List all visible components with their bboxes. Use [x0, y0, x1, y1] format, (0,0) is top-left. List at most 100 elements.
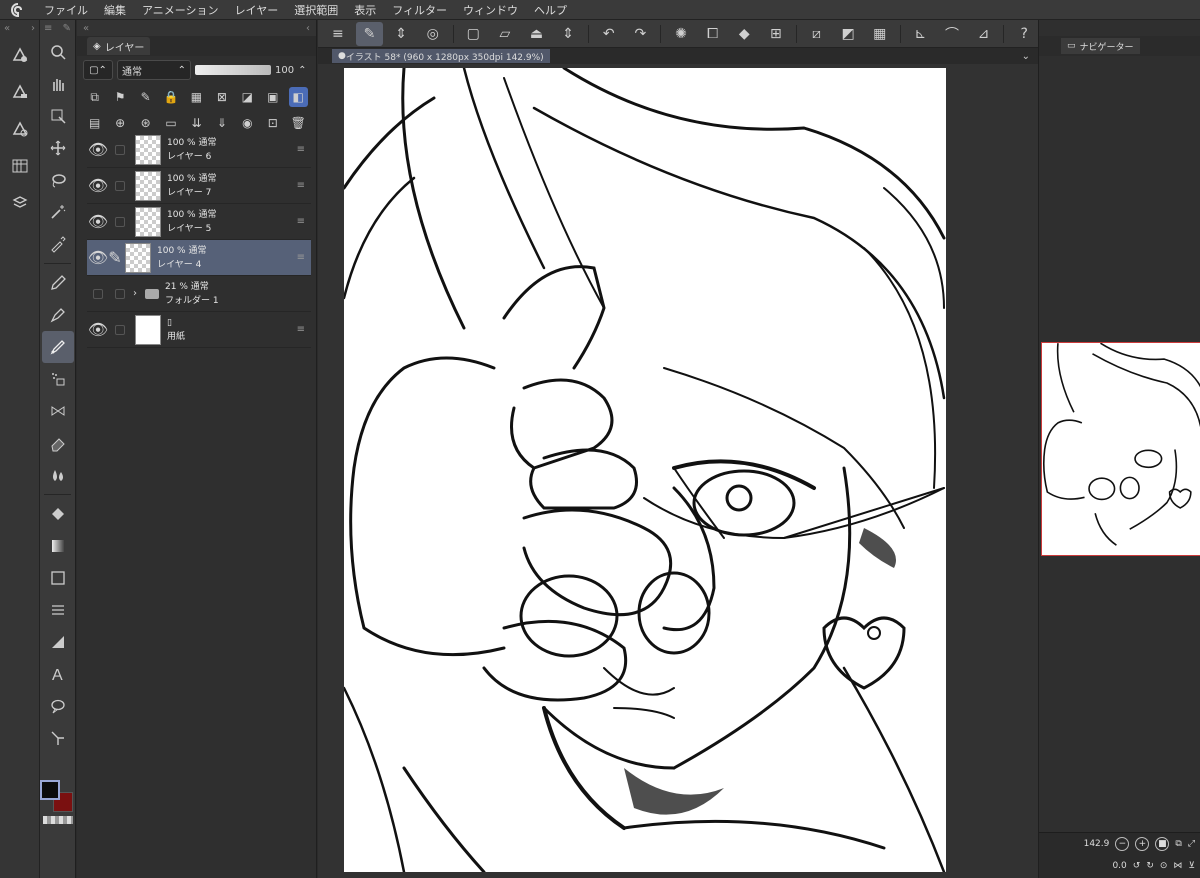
- tool-property-icon[interactable]: [0, 36, 40, 73]
- brush-size-icon[interactable]: [0, 110, 40, 147]
- lock-icon[interactable]: 🔒: [161, 87, 180, 107]
- menu-window[interactable]: ウィンドウ: [455, 2, 526, 18]
- eye-icon[interactable]: 👁: [87, 176, 109, 195]
- tab-navigator[interactable]: ▭ ナビゲーター: [1061, 38, 1140, 54]
- magic-wand-icon[interactable]: [40, 196, 76, 228]
- blend-mode-select[interactable]: 通常 ⌃: [117, 60, 191, 80]
- zoom-icon[interactable]: [40, 36, 76, 68]
- pen-icon[interactable]: [40, 299, 76, 331]
- layer-row[interactable]: 👁 100 % 通常 レイヤー 7 ≡: [87, 168, 311, 204]
- main-color-swatch[interactable]: [40, 780, 60, 800]
- show-selection-icon[interactable]: ▦: [866, 22, 894, 46]
- calendar-grid-icon[interactable]: [0, 147, 40, 184]
- menu-file[interactable]: ファイル: [36, 2, 96, 18]
- layer-row[interactable]: 👁 100 % 通常 レイヤー 6 ≡: [87, 132, 311, 168]
- lock-transparency-icon[interactable]: ▦: [187, 87, 206, 107]
- layer-property-icon[interactable]: ▤: [85, 113, 104, 133]
- layer-row-selected[interactable]: 👁 ✎ 100 % 通常 レイヤー 4 ≡: [87, 240, 311, 276]
- eraser-icon[interactable]: [40, 427, 76, 459]
- airbrush-icon[interactable]: [40, 363, 76, 395]
- drag-handle-icon[interactable]: ≡: [297, 216, 305, 227]
- rotate-left-icon[interactable]: ↺: [1133, 861, 1141, 871]
- new-folder-icon[interactable]: ▭: [161, 113, 180, 133]
- navigator-preview[interactable]: [1041, 342, 1200, 556]
- new-raster-layer-icon[interactable]: ⊕: [110, 113, 129, 133]
- eye-icon[interactable]: 👁: [87, 248, 109, 267]
- open-file-icon[interactable]: ▱: [491, 22, 519, 46]
- menu-animation[interactable]: アニメーション: [134, 2, 227, 18]
- layer-color-select[interactable]: ▢⌃: [83, 60, 113, 80]
- material-icon[interactable]: [0, 184, 40, 221]
- text-icon[interactable]: A: [40, 658, 76, 690]
- paper-layer-row[interactable]: 👁 ▯ 用紙 ≡: [87, 312, 311, 348]
- app-logo-icon[interactable]: [0, 0, 36, 20]
- draft-layer-icon[interactable]: ✎: [136, 87, 155, 107]
- fit-icon[interactable]: ⧉: [1175, 839, 1181, 849]
- eyedropper-icon[interactable]: [40, 228, 76, 260]
- undo-icon[interactable]: ↶: [595, 22, 623, 46]
- rail-collapse[interactable]: «›: [0, 20, 39, 36]
- brush-toggle-icon[interactable]: ✎: [355, 21, 384, 46]
- zoom-out-icon[interactable]: −: [1115, 837, 1130, 851]
- decoration-icon[interactable]: [40, 395, 76, 427]
- tab-layer[interactable]: ◈ レイヤー: [87, 37, 151, 55]
- object-select-icon[interactable]: [40, 100, 76, 132]
- eye-icon[interactable]: 👁: [87, 140, 109, 159]
- menu-selection[interactable]: 選択範囲: [286, 2, 346, 18]
- clip-layer-icon[interactable]: ⧉: [85, 87, 104, 107]
- clear-selection-icon[interactable]: ⧄: [803, 22, 831, 46]
- merge-layer-icon[interactable]: ⇓: [212, 113, 231, 133]
- snap-ruler-icon[interactable]: ⊾: [907, 22, 935, 46]
- figure-icon[interactable]: [40, 562, 76, 594]
- stepper-icon[interactable]: ⇕: [387, 22, 415, 46]
- menu-help[interactable]: ヘルプ: [526, 2, 575, 18]
- blend-icon[interactable]: [40, 459, 76, 491]
- balloon-icon[interactable]: [40, 690, 76, 722]
- flip-vertical-icon[interactable]: ⊻: [1188, 861, 1195, 871]
- correct-line-icon[interactable]: [40, 722, 76, 754]
- opacity-stepper-icon[interactable]: ⌃: [298, 65, 306, 76]
- eye-icon[interactable]: 👁: [87, 320, 109, 339]
- layer-mask-icon[interactable]: ◉: [238, 113, 257, 133]
- ruler-icon[interactable]: [40, 626, 76, 658]
- transform-icon[interactable]: ⊞: [762, 22, 790, 46]
- lasso-icon[interactable]: [40, 164, 76, 196]
- drag-handle-icon[interactable]: ≡: [297, 324, 305, 335]
- save-icon[interactable]: ⏏: [523, 22, 551, 46]
- layer-checkbox[interactable]: [93, 288, 103, 299]
- transparent-color-swatch[interactable]: [43, 816, 73, 824]
- loading-icon[interactable]: ✺: [667, 22, 695, 46]
- pencil-icon[interactable]: [40, 267, 76, 299]
- clip-studio-icon[interactable]: ◎: [419, 22, 447, 46]
- crop-icon[interactable]: ⧠: [699, 22, 727, 46]
- move-icon[interactable]: [40, 132, 76, 164]
- layer-checkbox[interactable]: [115, 288, 125, 299]
- eye-icon[interactable]: 👁: [87, 212, 109, 231]
- chevron-right-icon[interactable]: ›: [133, 288, 137, 299]
- mask-enable-icon[interactable]: ⊠: [212, 87, 231, 107]
- frame-border-icon[interactable]: [40, 594, 76, 626]
- new-vector-layer-icon[interactable]: ⊛: [136, 113, 155, 133]
- layer-color-icon[interactable]: ▣: [263, 87, 282, 107]
- sub-tool-detail-icon[interactable]: [0, 73, 40, 110]
- drag-handle-icon[interactable]: ≡: [297, 144, 305, 155]
- layer-checkbox[interactable]: [115, 216, 125, 227]
- rotate-right-icon[interactable]: ↻: [1146, 861, 1154, 871]
- fill-icon[interactable]: [40, 498, 76, 530]
- menu-layer[interactable]: レイヤー: [227, 2, 287, 18]
- layer-checkbox[interactable]: [115, 324, 125, 335]
- snap-grid-icon[interactable]: ⊿: [970, 22, 998, 46]
- ruler-display-icon[interactable]: ◪: [238, 87, 257, 107]
- rotate-reset-icon[interactable]: ⊙: [1160, 861, 1168, 871]
- folder-row[interactable]: › 21 % 通常 フォルダー 1: [87, 276, 311, 312]
- brush-icon[interactable]: [42, 331, 74, 363]
- menu-edit[interactable]: 編集: [96, 2, 134, 18]
- layer-color-active-icon[interactable]: ◧: [288, 87, 308, 107]
- layer-row[interactable]: 👁 100 % 通常 レイヤー 5 ≡: [87, 204, 311, 240]
- snap-special-icon[interactable]: ⌒: [938, 22, 966, 46]
- hand-icon[interactable]: [40, 68, 76, 100]
- fill-bucket-icon[interactable]: ◆: [730, 22, 758, 46]
- drag-handle-icon[interactable]: ≡: [297, 180, 305, 191]
- gradient-icon[interactable]: [40, 530, 76, 562]
- delete-layer-icon[interactable]: 🗑: [289, 113, 308, 133]
